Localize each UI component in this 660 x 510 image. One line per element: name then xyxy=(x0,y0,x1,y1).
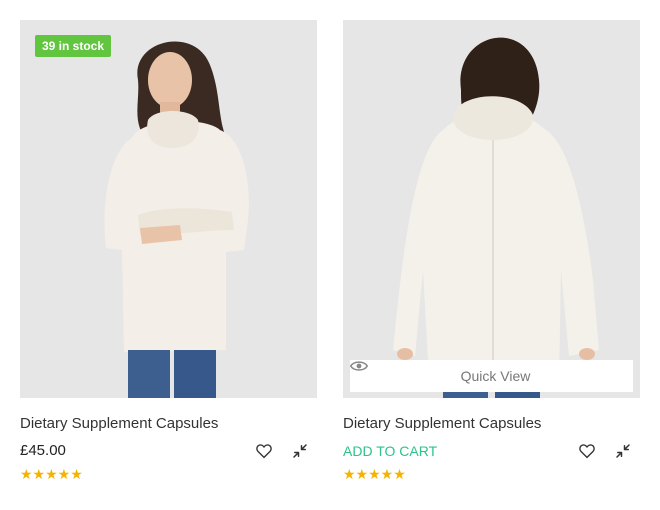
compare-arrows-icon[interactable] xyxy=(291,442,309,460)
product-meta-row: £45.00 xyxy=(20,441,317,461)
wishlist-heart-icon[interactable] xyxy=(255,442,273,460)
product-image[interactable]: 39 in stock xyxy=(20,20,317,398)
model-back-illustration xyxy=(393,37,599,398)
product-card: Quick View Dietary Supplement Capsules A… xyxy=(343,20,640,482)
product-meta-row: ADD TO CART xyxy=(343,441,640,461)
product-actions xyxy=(578,442,632,460)
product-image[interactable]: Quick View xyxy=(343,20,640,398)
product-title[interactable]: Dietary Supplement Capsules xyxy=(20,415,317,433)
quick-view-label: Quick View xyxy=(460,368,531,384)
model-front-illustration xyxy=(104,41,249,398)
product-actions xyxy=(255,442,309,460)
rating-stars: ★★★★★ xyxy=(343,466,406,482)
product-card: 39 in stock Dietary Supplement Capsules … xyxy=(20,20,317,482)
compare-arrows-icon[interactable] xyxy=(614,442,632,460)
quick-view-button[interactable]: Quick View xyxy=(350,360,633,392)
rating-stars: ★★★★★ xyxy=(20,466,83,482)
wishlist-heart-icon[interactable] xyxy=(578,442,596,460)
stock-badge: 39 in stock xyxy=(35,35,112,57)
product-title[interactable]: Dietary Supplement Capsules xyxy=(343,415,640,433)
